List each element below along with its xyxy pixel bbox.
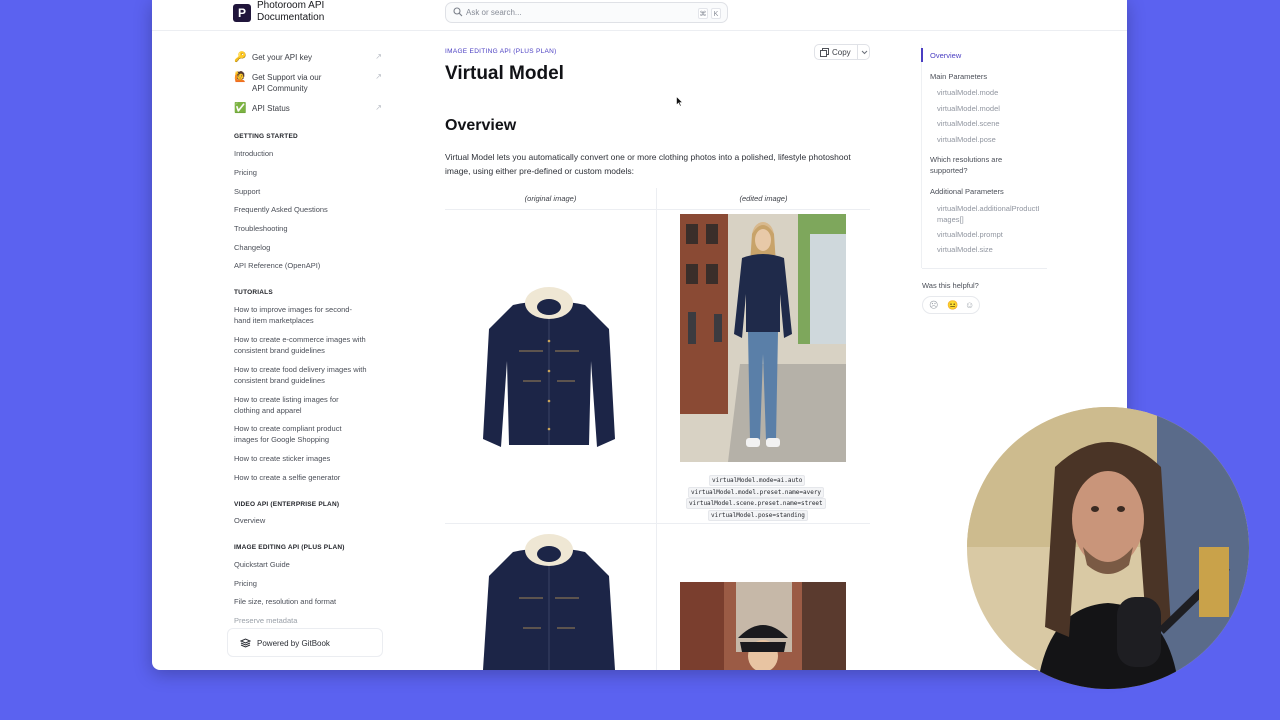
search-box[interactable]: Ask or search... ⌘ K: [445, 2, 728, 23]
sidebar-item-tutorial-clothing[interactable]: How to create listing images for clothin…: [234, 394, 344, 416]
raised-hand-icon: 🙋: [234, 72, 247, 83]
copy-page-button[interactable]: Copy: [814, 44, 870, 60]
toc-item-main-parameters[interactable]: Main Parameters: [930, 71, 987, 82]
column-header-original: (original image): [524, 194, 577, 203]
sidebar-item-preserve-metadata[interactable]: Preserve metadata: [234, 615, 379, 626]
search-placeholder: Ask or search...: [466, 8, 522, 17]
sidebar-item-api-status[interactable]: ✅ API Status ↗: [226, 103, 386, 115]
presenter-video: [967, 407, 1249, 689]
param-model-preset-code: virtualModel.model.preset.name=avery: [688, 487, 825, 498]
sidebar-item-image-pricing[interactable]: Pricing: [234, 578, 379, 589]
toc-item-resolutions[interactable]: Which resolutions are supported?: [930, 154, 1026, 176]
toc-item-model[interactable]: virtualModel.model: [937, 103, 1000, 114]
sidebar-item-support[interactable]: Support: [234, 186, 379, 197]
powered-by-label: Powered by GitBook: [257, 639, 330, 648]
toc-item-mode[interactable]: virtualModel.mode: [937, 87, 998, 98]
site-title[interactable]: Photoroom API Documentation: [257, 0, 367, 24]
powered-by-gitbook-button[interactable]: Powered by GitBook: [227, 628, 383, 657]
overview-heading: Overview: [445, 117, 517, 134]
breadcrumb[interactable]: IMAGE EDITING API (PLUS PLAN): [445, 48, 557, 55]
nav-section-image-editing-api: IMAGE EDITING API (PLUS PLAN): [234, 544, 345, 551]
sidebar-item-support-community[interactable]: 🙋 Get Support via our API Community ↗: [226, 72, 386, 96]
sidebar-item-label: Get your API key: [252, 53, 313, 62]
webcam-overlay: [967, 407, 1249, 689]
virtual-model-bucket-hat-image: [680, 582, 846, 670]
external-link-icon: ↗: [375, 103, 382, 112]
shortcut-key-cmd: ⌘: [698, 8, 708, 19]
copy-icon: [820, 48, 829, 57]
check-mark-icon: ✅: [234, 103, 247, 114]
mouse-cursor-icon: [676, 96, 683, 107]
sidebar-item-api-reference[interactable]: API Reference (OpenAPI): [234, 260, 379, 271]
shortcut-key-k: K: [711, 8, 721, 19]
sidebar-item-tutorial-marketplaces[interactable]: How to improve images for second-hand it…: [234, 304, 359, 326]
feedback-buttons: ☹ 😐 ☺: [922, 296, 980, 314]
sidebar-item-label: API Status: [252, 104, 290, 113]
sidebar-item-file-size[interactable]: File size, resolution and format: [234, 596, 379, 607]
photoroom-logo[interactable]: P: [233, 4, 251, 22]
top-header: P Photoroom API Documentation Ask or sea…: [152, 0, 1127, 31]
sidebar-item-changelog[interactable]: Changelog: [234, 242, 379, 253]
gitbook-icon: [240, 638, 251, 648]
sidebar-item-api-key[interactable]: 🔑 Get your API key ↗: [226, 52, 386, 64]
sidebar-item-quickstart[interactable]: Quickstart Guide: [234, 559, 379, 570]
search-icon: [453, 7, 463, 17]
sidebar-item-tutorial-ecommerce[interactable]: How to create e-commerce images with con…: [234, 334, 369, 356]
sidebar-item-tutorial-selfie[interactable]: How to create a selfie generator: [234, 472, 379, 483]
sidebar-item-video-overview[interactable]: Overview: [234, 515, 379, 526]
page-title: Virtual Model: [445, 63, 564, 84]
toc-item-additional-product-images[interactable]: virtualModel.additionalProductImages[]: [937, 203, 1041, 225]
example-table: (original image) (edited image) virtualM…: [445, 188, 870, 670]
sidebar-item-pricing[interactable]: Pricing: [234, 167, 379, 178]
sad-face-icon[interactable]: ☹: [929, 300, 938, 311]
table-divider: [445, 523, 870, 524]
nav-section-video-api: VIDEO API (ENTERPRISE PLAN): [234, 501, 340, 508]
toc-item-size[interactable]: virtualModel.size: [937, 244, 993, 255]
toc-track: [921, 44, 922, 268]
overview-paragraph: Virtual Model lets you automatically con…: [445, 152, 851, 176]
external-link-icon: ↗: [375, 72, 382, 81]
sidebar-item-faq[interactable]: Frequently Asked Questions: [234, 204, 379, 215]
copy-label: Copy: [832, 48, 851, 57]
param-pose-code: virtualModel.pose=standing: [708, 510, 808, 521]
toc-divider: [922, 268, 1047, 269]
was-this-helpful-label: Was this helpful?: [922, 281, 979, 290]
nav-section-tutorials: TUTORIALS: [234, 289, 273, 296]
virtual-model-street-image: [680, 214, 846, 462]
toc-active-indicator: [921, 48, 923, 62]
chevron-down-icon: [861, 50, 868, 55]
denim-jacket-image-2: [483, 534, 615, 670]
happy-face-icon[interactable]: ☺: [965, 300, 974, 310]
sidebar-item-troubleshooting[interactable]: Troubleshooting: [234, 223, 379, 234]
neutral-face-icon[interactable]: 😐: [947, 300, 958, 311]
param-mode-code: virtualModel.mode=ai.auto: [709, 475, 806, 486]
toc-item-scene[interactable]: virtualModel.scene: [937, 118, 1000, 129]
denim-jacket-image: [483, 287, 615, 447]
sidebar-item-tutorial-google-shopping[interactable]: How to create compliant product images f…: [234, 423, 360, 445]
sidebar-item-tutorial-food-delivery[interactable]: How to create food delivery images with …: [234, 364, 369, 386]
external-link-icon: ↗: [375, 52, 382, 61]
nav-section-getting-started: GETTING STARTED: [234, 133, 298, 140]
toc-item-additional-parameters[interactable]: Additional Parameters: [930, 186, 1004, 197]
column-header-edited: (edited image): [739, 194, 788, 203]
param-scene-preset-code: virtualModel.scene.preset.name=street: [686, 498, 826, 509]
sidebar-item-introduction[interactable]: Introduction: [234, 148, 379, 159]
table-divider: [445, 209, 870, 210]
toc-item-overview[interactable]: Overview: [930, 50, 961, 61]
key-icon: 🔑: [234, 52, 247, 63]
sidebar-item-tutorial-sticker[interactable]: How to create sticker images: [234, 453, 379, 464]
toc-item-pose[interactable]: virtualModel.pose: [937, 134, 996, 145]
toc-item-prompt[interactable]: virtualModel.prompt: [937, 229, 1003, 240]
column-divider: [656, 188, 657, 670]
copy-options-dropdown[interactable]: [857, 45, 870, 59]
sidebar-item-label: Get Support via our API Community: [252, 73, 322, 93]
